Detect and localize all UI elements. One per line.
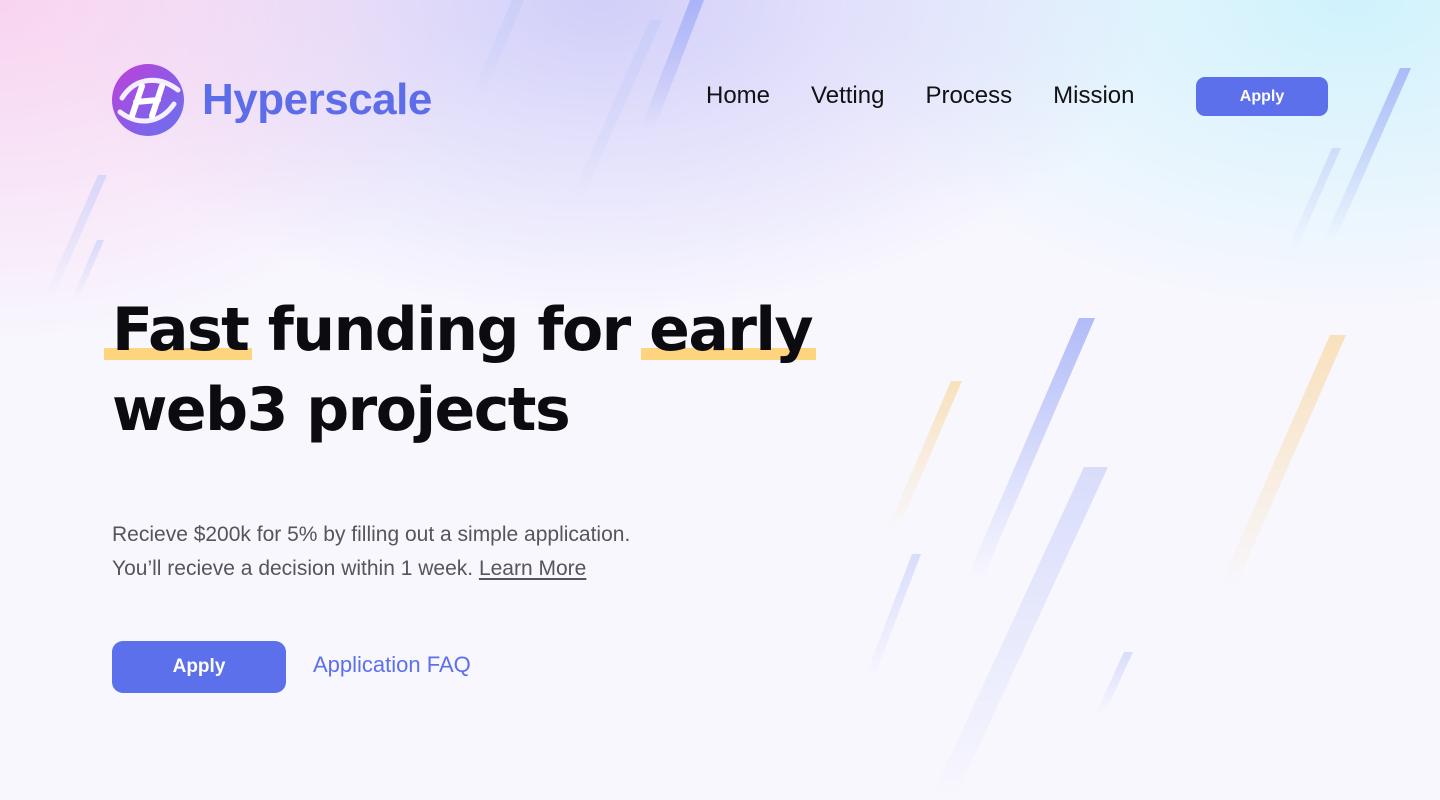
application-faq-link[interactable]: Application FAQ [313,649,471,681]
nav-link-vetting[interactable]: Vetting [811,76,884,116]
headline-text-line2: web3 projects [112,375,571,445]
hero-description-line2: You’ll recieve a decision within 1 week. [112,557,474,580]
brand-name: Hyperscale [202,75,432,124]
headline-highlight-fast: Fast [103,290,253,370]
hero-description: Recieve $200k for 5% by filling out a si… [112,518,832,586]
hero-apply-button[interactable]: Apply [112,641,286,693]
nav-link-process[interactable]: Process [925,76,1012,116]
hero-section: Fast funding for early web3 projects [103,290,912,450]
hyperscale-logo-icon [112,64,184,136]
main-nav: Home Vetting Process Mission [706,76,1176,116]
nav-link-home[interactable]: Home [706,76,770,116]
site-header: Hyperscale Home Vetting Process Mission … [0,0,1440,190]
header-apply-button[interactable]: Apply [1196,77,1328,116]
nav-link-mission[interactable]: Mission [1053,76,1134,116]
hero-description-line1: Recieve $200k for 5% by filling out a si… [112,523,631,546]
headline-highlight-early: early [641,290,817,370]
learn-more-link[interactable]: Learn More [479,557,586,580]
brand-logo[interactable]: Hyperscale [112,64,432,136]
headline-text: funding for [267,295,632,365]
hero-headline: Fast funding for early web3 projects [103,290,912,450]
